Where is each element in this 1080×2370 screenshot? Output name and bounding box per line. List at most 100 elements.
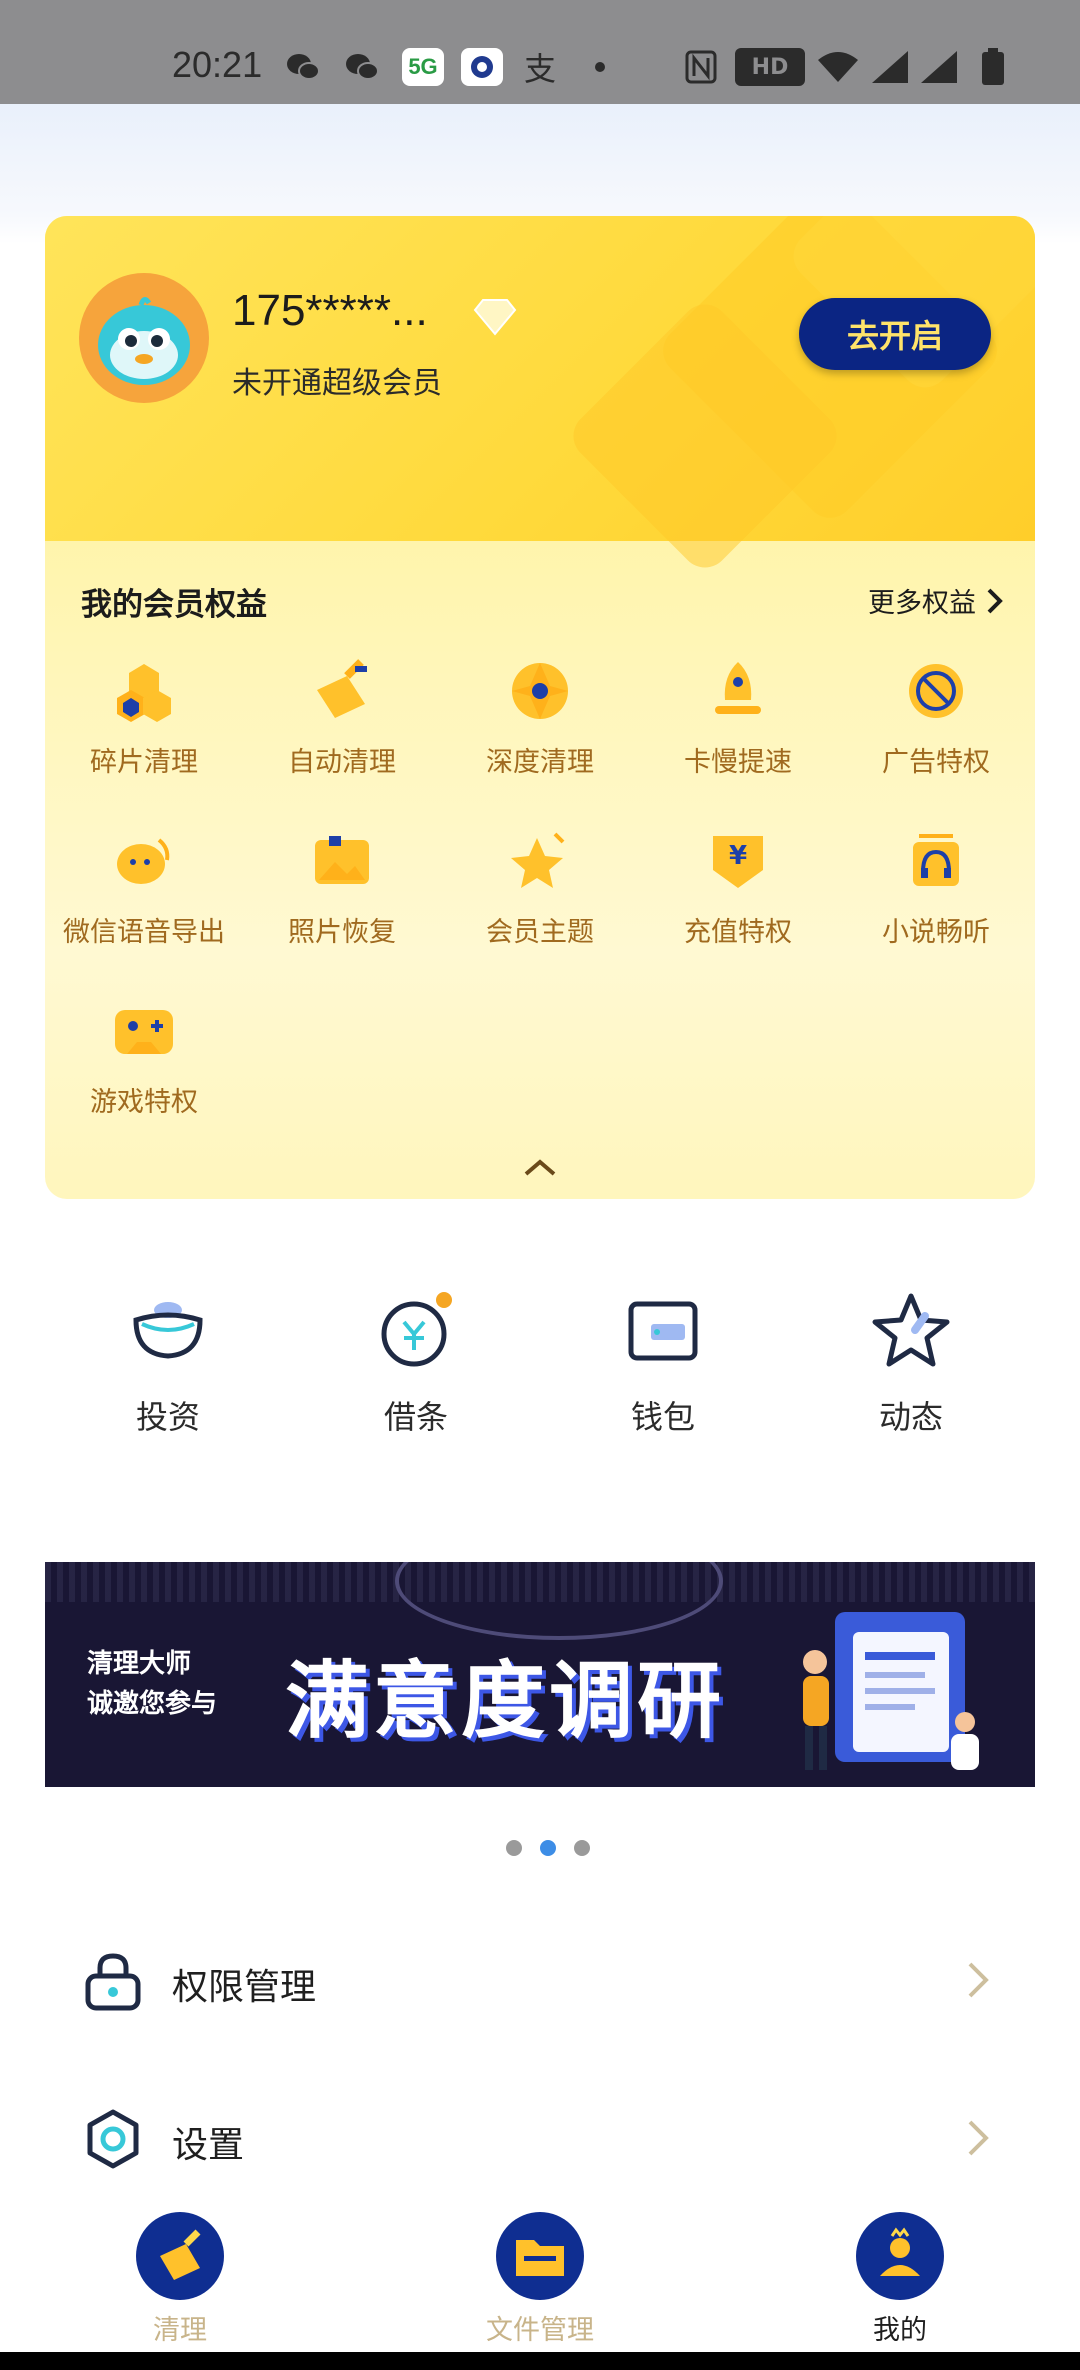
wifi-icon — [815, 48, 861, 86]
svg-text:¥: ¥ — [729, 841, 747, 871]
right-label: 自动清理 — [288, 747, 396, 778]
right-item-deep-clean[interactable]: 深度清理 — [441, 656, 639, 779]
rights-title: 我的会员权益 — [81, 587, 267, 623]
nav-label: 文件管理 — [486, 2315, 594, 2346]
right-label: 广告特权 — [882, 747, 990, 778]
banner-line1: 清理大师 — [87, 1649, 192, 1679]
right-label: 小说畅听 — [882, 917, 990, 948]
quick-action-invest[interactable]: 投资 — [68, 1290, 268, 1438]
banner-subtitle: 清理大师 诚邀您参与 — [87, 1644, 217, 1724]
invest-icon — [128, 1290, 208, 1370]
user-phone: 175*****... — [232, 286, 428, 335]
right-label: 碎片清理 — [90, 747, 198, 778]
chevron-right-icon — [964, 2118, 994, 2158]
right-label: 会员主题 — [486, 917, 594, 948]
profile-icon — [856, 2212, 944, 2300]
photo-recovery-icon — [307, 826, 377, 896]
system-gesture-bar — [0, 2352, 1080, 2370]
avatar[interactable] — [79, 273, 209, 403]
quick-action-loan[interactable]: 借条 — [316, 1290, 516, 1438]
ad-privilege-icon — [901, 656, 971, 726]
menu-label: 权限管理 — [172, 1967, 317, 2008]
right-item-wechat-voice[interactable]: 微信语音导出 — [45, 826, 243, 949]
chevron-right-icon — [987, 588, 1003, 613]
right-item-speedup[interactable]: 卡慢提速 — [639, 656, 837, 779]
diamond-icon — [473, 296, 517, 340]
5g-app-icon: 5G — [402, 48, 444, 86]
right-item-novel-listen[interactable]: 小说畅听 — [837, 826, 1035, 949]
carousel-dot[interactable] — [574, 1840, 590, 1856]
star-icon — [871, 1290, 951, 1370]
right-item-game[interactable]: 游戏特权 — [45, 996, 243, 1119]
broom-icon — [136, 2212, 224, 2300]
loan-icon — [376, 1290, 456, 1370]
menu-label: 设置 — [172, 2125, 245, 2166]
gear-icon — [82, 2108, 144, 2170]
status-bar: 20:21 5G 支 HD — [0, 0, 1080, 104]
recharge-icon: ¥ — [703, 826, 773, 896]
more-rights-link[interactable]: 更多权益 — [868, 581, 1006, 620]
right-label: 游戏特权 — [90, 1087, 198, 1118]
member-card: 175*****... 未开通超级会员 去开启 我的会员权益 更多权益 碎片清理… — [45, 216, 1035, 1199]
menu-row-permissions[interactable]: 权限管理 — [0, 1920, 1080, 2040]
novel-listen-icon — [901, 826, 971, 896]
wechat-icon — [285, 48, 321, 86]
wechat-voice-icon — [109, 826, 179, 896]
quick-action-wallet[interactable]: 钱包 — [563, 1290, 763, 1438]
quick-action-feed[interactable]: 动态 — [811, 1290, 1011, 1438]
chevron-right-icon — [964, 1960, 994, 2000]
fragment-clean-icon — [109, 656, 179, 726]
signal-5g-icon — [918, 48, 960, 86]
banner-line2: 诚邀您参与 — [87, 1689, 218, 1719]
folder-icon — [496, 2212, 584, 2300]
quick-action-label: 投资 — [135, 1398, 200, 1436]
more-dot-icon — [592, 48, 608, 86]
more-rights-label: 更多权益 — [868, 588, 976, 619]
member-theme-icon — [505, 826, 575, 896]
signal-4g-icon — [869, 48, 911, 86]
nav-tab-files[interactable]: 文件管理 — [440, 2212, 640, 2347]
status-time: 20:21 — [172, 44, 263, 85]
nav-tab-mine[interactable]: 我的 — [800, 2212, 1000, 2347]
collapse-chevron-icon[interactable] — [520, 1156, 560, 1184]
right-label: 充值特权 — [684, 917, 792, 948]
deep-clean-icon — [505, 656, 575, 726]
banner-headline: 满意度调研 — [285, 1652, 726, 1750]
right-label: 微信语音导出 — [63, 917, 225, 948]
nav-label: 我的 — [873, 2315, 927, 2346]
nav-tab-clean[interactable]: 清理 — [80, 2212, 280, 2347]
menu-row-settings[interactable]: 设置 — [0, 2078, 1080, 2198]
game-icon — [109, 996, 179, 1066]
speedup-icon — [703, 656, 773, 726]
right-label: 照片恢复 — [288, 917, 396, 948]
quick-action-label: 借条 — [383, 1398, 448, 1436]
quick-action-label: 钱包 — [630, 1398, 695, 1436]
carousel-dot-active[interactable] — [540, 1840, 556, 1856]
app-icon — [461, 48, 503, 86]
right-item-auto-clean[interactable]: 自动清理 — [243, 656, 441, 779]
survey-banner[interactable]: 清理大师 诚邀您参与 满意度调研 — [45, 1562, 1035, 1787]
auto-clean-icon — [307, 656, 377, 726]
right-item-recharge[interactable]: ¥ 充值特权 — [639, 826, 837, 949]
right-item-photo-recovery[interactable]: 照片恢复 — [243, 826, 441, 949]
hd-icon: HD — [735, 48, 805, 86]
nav-label: 清理 — [153, 2315, 207, 2346]
banner-illustration — [775, 1602, 1005, 1786]
open-membership-button[interactable]: 去开启 — [799, 298, 991, 370]
quick-action-label: 动态 — [878, 1398, 943, 1436]
right-label: 深度清理 — [486, 747, 594, 778]
wechat-icon — [344, 48, 380, 86]
carousel-dot[interactable] — [506, 1840, 522, 1856]
right-item-ad-privilege[interactable]: 广告特权 — [837, 656, 1035, 779]
banner-decoration — [395, 1562, 723, 1640]
wallet-icon — [623, 1290, 703, 1370]
member-status: 未开通超级会员 — [232, 366, 442, 401]
nfc-icon — [683, 48, 719, 86]
battery-icon — [980, 48, 1006, 86]
bottom-nav: 清理 文件管理 我的 — [0, 2200, 1080, 2370]
right-item-fragment-clean[interactable]: 碎片清理 — [45, 656, 243, 779]
alipay-icon: 支 — [523, 50, 556, 88]
right-label: 卡慢提速 — [684, 747, 792, 778]
right-item-member-theme[interactable]: 会员主题 — [441, 826, 639, 949]
lock-icon — [82, 1950, 144, 2012]
